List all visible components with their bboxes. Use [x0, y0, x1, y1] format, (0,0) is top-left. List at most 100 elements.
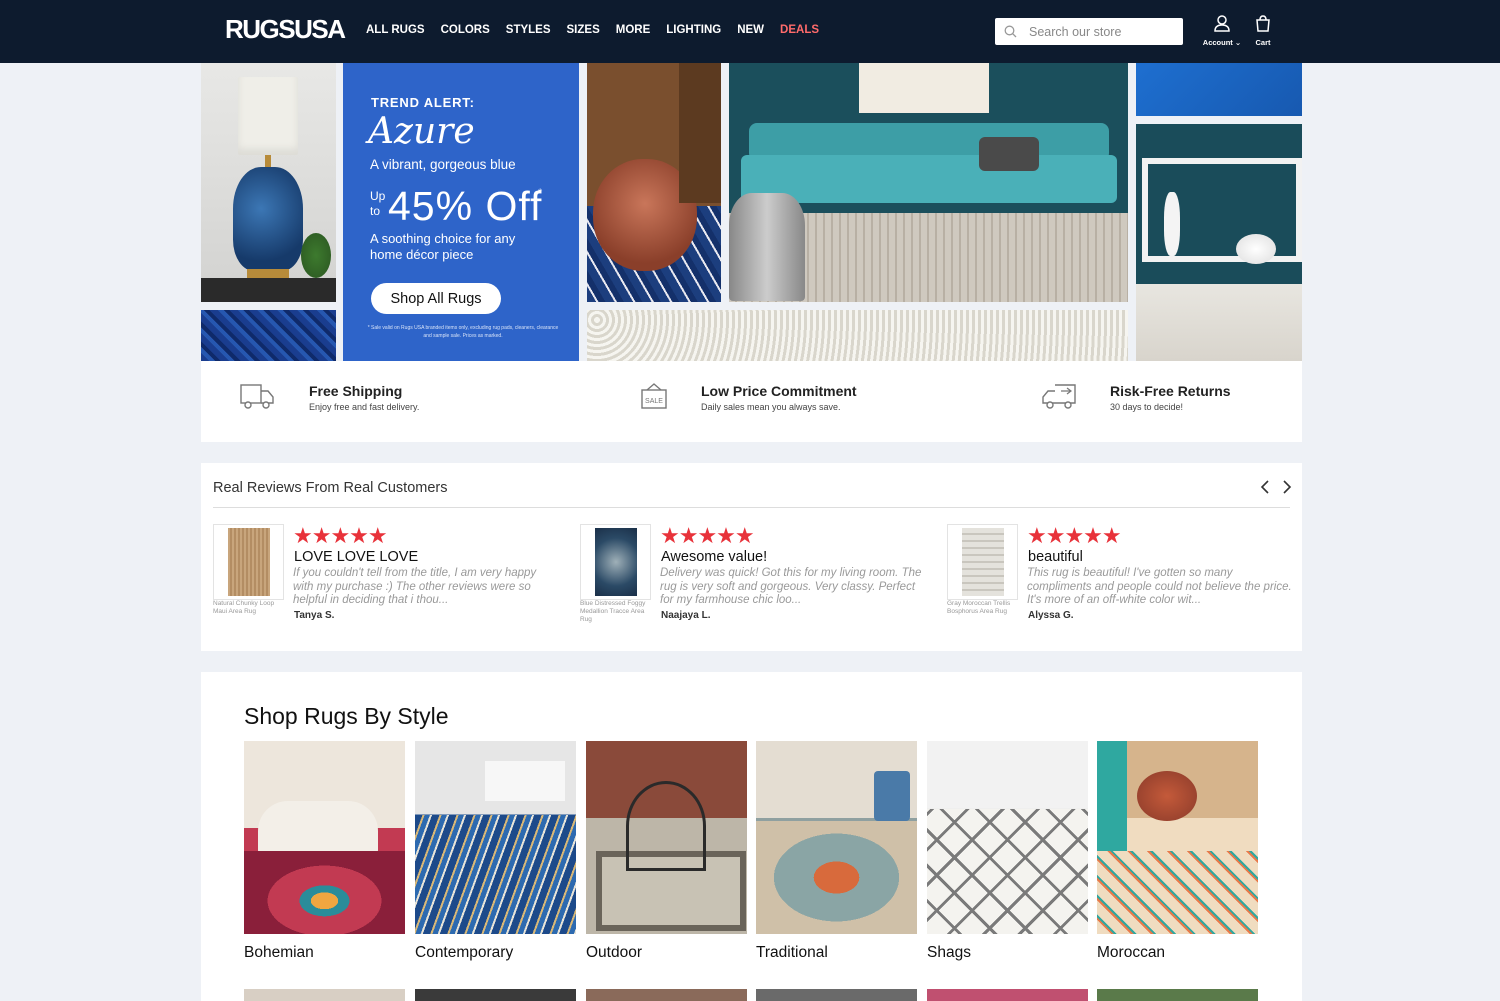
site-logo[interactable]: RUGSUSA [225, 14, 346, 45]
shopping-bag-icon [1256, 15, 1270, 32]
review-headline: LOVE LOVE LOVE [294, 549, 419, 565]
hero-up-to: Up to [370, 189, 386, 218]
hero-asterisk: * [538, 187, 543, 199]
nav-new[interactable]: NEW [737, 24, 764, 36]
feature-subtitle: Daily sales mean you always save. [701, 402, 841, 412]
style-image[interactable] [756, 741, 917, 934]
return-truck-icon [1042, 384, 1076, 409]
review-card[interactable]: Blue Distressed Foggy Medallion Tracce A… [580, 524, 935, 634]
nav-all-rugs[interactable]: ALL RUGS [366, 24, 425, 36]
review-product-thumbnail[interactable] [580, 524, 651, 600]
style-card-peek[interactable] [586, 989, 747, 1001]
section-title: Shop Rugs By Style [244, 703, 449, 729]
style-card-traditional[interactable]: Traditional [756, 741, 917, 962]
style-label[interactable]: Shags [927, 944, 1088, 962]
chevron-left-icon[interactable] [1259, 479, 1277, 500]
style-label[interactable]: Bohemian [244, 944, 405, 962]
hero-blue-rug-swatch[interactable] [201, 310, 336, 361]
star-rating: ★★★★★ [293, 523, 388, 548]
style-card-contemporary[interactable]: Contemporary [415, 741, 576, 962]
svg-text:SALE: SALE [645, 398, 663, 405]
nav-lighting[interactable]: LIGHTING [666, 24, 721, 36]
review-product-thumbnail[interactable] [213, 524, 284, 600]
reviews-section: Real Reviews From Real Customers Natural… [201, 463, 1302, 651]
hero-title: Azure [368, 111, 475, 152]
star-rating: ★★★★★ [660, 523, 755, 548]
shop-all-rugs-button[interactable]: Shop All Rugs [371, 283, 501, 314]
hero-discount: 45% Off [388, 183, 543, 229]
style-image[interactable] [415, 741, 576, 934]
style-card-peek[interactable] [927, 989, 1088, 1001]
hero-shelf-image[interactable] [1136, 124, 1302, 361]
style-label[interactable]: Traditional [756, 944, 917, 962]
review-card[interactable]: Gray Moroccan Trellis Bosphorus Area Rug… [947, 524, 1302, 634]
style-card-bohemian[interactable]: Bohemian [244, 741, 405, 962]
feature-subtitle: 30 days to decide! [1110, 402, 1184, 412]
account-label: Account [1202, 38, 1233, 47]
account-button[interactable]: Account ⌄ [1201, 15, 1243, 47]
feature-free-shipping: Free Shipping Enjoy free and fast delive… [239, 361, 559, 442]
review-product-name[interactable]: Gray Moroccan Trellis Bosphorus Area Rug [947, 600, 1019, 616]
user-icon [1214, 15, 1230, 32]
review-body: This rug is beautiful! I've gotten so ma… [1027, 567, 1292, 606]
style-label[interactable]: Contemporary [415, 944, 576, 962]
style-label[interactable]: Outdoor [586, 944, 747, 962]
review-author: Alyssa G. [1028, 610, 1074, 621]
style-image[interactable] [586, 741, 747, 934]
nav-more[interactable]: MORE [616, 24, 651, 36]
style-image[interactable] [927, 741, 1088, 934]
hero-azure-rug-swatch[interactable] [1136, 63, 1302, 116]
style-card-peek[interactable] [244, 989, 405, 1001]
search-input[interactable] [1029, 22, 1174, 41]
chevron-right-icon[interactable] [1281, 479, 1299, 500]
review-headline: Awesome value! [661, 549, 768, 565]
truck-icon [240, 384, 274, 409]
feature-subtitle: Enjoy free and fast delivery. [309, 402, 420, 412]
hero-pouf-image[interactable] [587, 63, 721, 302]
style-card-peek[interactable] [415, 989, 576, 1001]
style-card-peek[interactable] [756, 989, 917, 1001]
reviews-title: Real Reviews From Real Customers [213, 480, 448, 496]
features-bar: Free Shipping Enjoy free and fast delive… [201, 361, 1302, 442]
style-card-outdoor[interactable]: Outdoor [586, 741, 747, 962]
style-card-peek[interactable] [1097, 989, 1258, 1001]
hero-fine-print: * Sale valid on Rugs USA branded items o… [367, 325, 559, 339]
main-nav: ALL RUGS COLORS STYLES SIZES MORE LIGHTI… [366, 24, 835, 36]
style-image[interactable] [1097, 741, 1258, 934]
feature-title: Risk-Free Returns [1110, 383, 1231, 399]
review-product-name[interactable]: Blue Distressed Foggy Medallion Tracce A… [580, 600, 652, 624]
nav-colors[interactable]: COLORS [441, 24, 490, 36]
shop-by-style-section: Shop Rugs By Style Bohemian Contemporary… [201, 672, 1302, 1001]
review-body: Delivery was quick! Got this for my livi… [660, 567, 922, 606]
divider [213, 507, 1290, 508]
nav-sizes[interactable]: SIZES [567, 24, 600, 36]
nav-styles[interactable]: STYLES [506, 24, 551, 36]
feature-title: Low Price Commitment [701, 383, 857, 399]
review-card[interactable]: Natural Chunky Loop Maui Area Rug ★★★★★ … [213, 524, 568, 634]
review-author: Tanya S. [294, 610, 335, 621]
feature-risk-free-returns: Risk-Free Returns 30 days to decide! [1041, 361, 1301, 442]
hero-tagline: A vibrant, gorgeous blue [370, 157, 516, 172]
cart-button[interactable]: Cart [1250, 15, 1276, 47]
hero-shag-rug-swatch[interactable] [587, 310, 1128, 361]
hero-promo-panel: TREND ALERT: Azure A vibrant, gorgeous b… [343, 63, 579, 361]
style-card-moroccan[interactable]: Moroccan [1097, 741, 1258, 962]
review-product-name[interactable]: Natural Chunky Loop Maui Area Rug [213, 600, 285, 616]
style-label[interactable]: Moroccan [1097, 944, 1258, 962]
review-product-thumbnail[interactable] [947, 524, 1018, 600]
hero-description: A soothing choice for any home décor pie… [370, 231, 516, 262]
review-headline: beautiful [1028, 549, 1083, 565]
review-body: If you couldn't tell from the title, I a… [293, 567, 537, 606]
hero-kicker: TREND ALERT: [371, 95, 475, 110]
hero-lamp-image[interactable] [201, 63, 336, 302]
style-image[interactable] [244, 741, 405, 934]
search-icon [1004, 25, 1017, 38]
search-box [995, 18, 1183, 45]
review-author: Naajaya L. [661, 610, 711, 621]
sale-tag-icon: SALE [641, 383, 667, 409]
feature-low-price: SALE Low Price Commitment Daily sales me… [639, 361, 959, 442]
style-card-shags[interactable]: Shags [927, 741, 1088, 962]
nav-deals[interactable]: DEALS [780, 24, 819, 36]
site-header: RUGSUSA ALL RUGS COLORS STYLES SIZES MOR… [0, 0, 1500, 63]
hero-sofa-image[interactable] [729, 63, 1128, 302]
